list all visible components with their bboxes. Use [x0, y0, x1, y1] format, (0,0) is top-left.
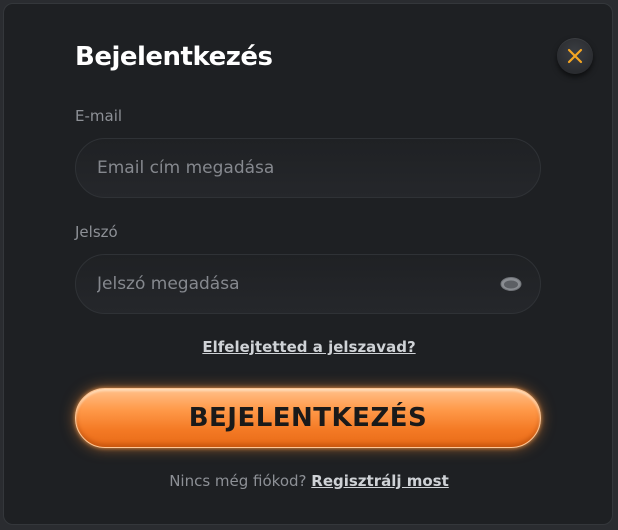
forgot-password-container: Elfelejtetted a jelszavad?	[4, 337, 614, 356]
forgot-password-link[interactable]: Elfelejtetted a jelszavad?	[202, 338, 415, 356]
password-label: Jelszó	[75, 223, 118, 241]
close-icon	[567, 48, 583, 64]
register-prompt: Nincs még fiókod? Regisztrálj most	[4, 472, 614, 490]
password-field[interactable]	[76, 255, 540, 313]
login-button[interactable]: BEJELENTKEZÉS	[75, 388, 541, 448]
register-link[interactable]: Regisztrálj most	[311, 472, 449, 490]
close-button[interactable]	[557, 38, 593, 74]
email-label: E-mail	[75, 107, 123, 125]
login-button-label: BEJELENTKEZÉS	[188, 403, 428, 433]
email-field-wrapper	[75, 138, 541, 198]
eye-icon[interactable]	[500, 276, 522, 292]
email-field[interactable]	[76, 139, 540, 197]
password-field-wrapper	[75, 254, 541, 314]
modal-title: Bejelentkezés	[75, 42, 273, 72]
register-question: Nincs még fiókod?	[169, 472, 307, 490]
login-modal: Bejelentkezés E-mail Jelszó Elfelejtette…	[3, 3, 613, 525]
